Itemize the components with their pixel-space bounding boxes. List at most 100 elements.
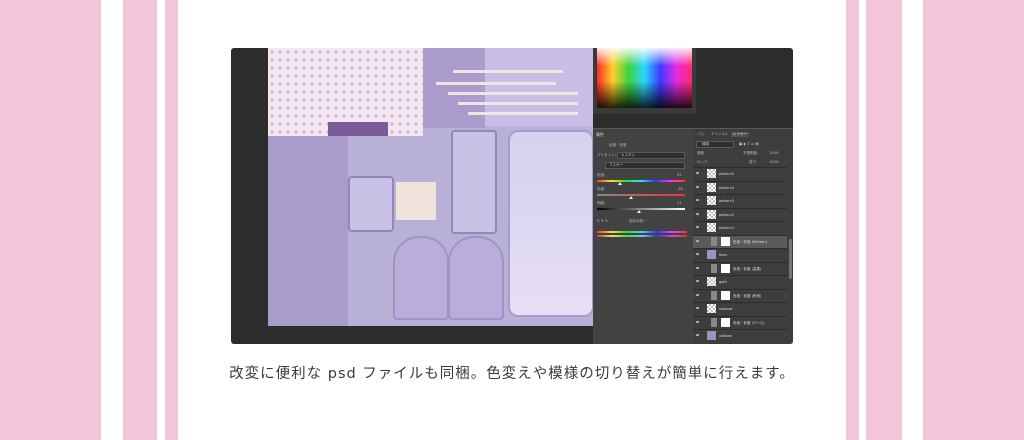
properties-tab[interactable]: 属性: [596, 132, 604, 138]
fill-value[interactable]: 100%: [769, 160, 779, 164]
layer-thumbnail: [707, 169, 716, 178]
visibility-eye-icon[interactable]: [696, 266, 699, 269]
texture-block: [268, 136, 348, 326]
visibility-eye-icon[interactable]: [696, 320, 699, 323]
colorize-label[interactable]: 色彩の統一: [629, 219, 647, 224]
visibility-eye-icon[interactable]: [696, 172, 699, 174]
visibility-eye-icon[interactable]: [696, 226, 699, 228]
saturation-value[interactable]: -36: [677, 187, 683, 191]
texture-line: [458, 102, 578, 105]
layer-row[interactable]: pattern5: [693, 167, 787, 180]
layer-thumbnail: [721, 236, 730, 246]
layer-row[interactable]: lines: [693, 248, 787, 261]
layer-row[interactable]: pattern3: [693, 194, 787, 207]
layer-row[interactable]: 色相・彩度 (金属): [693, 261, 787, 275]
visibility-eye-icon[interactable]: [696, 212, 699, 215]
layer-thumbnail: [707, 182, 716, 192]
layer-thumbnail: [707, 209, 716, 219]
texture-line: [436, 82, 556, 85]
layer-thumbnail: [721, 263, 730, 273]
layer-row[interactable]: uvBase: [693, 329, 787, 342]
lock-label: ロック：: [697, 160, 711, 164]
layer-thumbnail: [707, 223, 716, 232]
hue-range-bar: [597, 231, 687, 233]
channel-value: マスター: [609, 163, 623, 167]
layer-thumbnail: [707, 196, 716, 205]
texture-card: [348, 176, 394, 232]
hue-result-bar: [597, 235, 687, 237]
layer-row[interactable]: pattern1: [693, 221, 787, 234]
properties-panel: 属性 色相・彩度 プリセット： カスタム マスター 色相： 92 彩度： -36…: [593, 128, 693, 344]
hue-knob[interactable]: [618, 182, 622, 185]
layer-row[interactable]: 色相・彩度 (Pattern): [693, 234, 787, 248]
visibility-eye-icon[interactable]: [696, 334, 699, 336]
layer-name: gold: [719, 280, 727, 284]
texture-line: [453, 70, 563, 73]
layer-row[interactable]: 色相・彩度 (ベース): [693, 315, 787, 329]
layer-thumbnail: [707, 250, 716, 259]
texture-line: [468, 112, 578, 115]
eyedropper-icons[interactable]: ✎ ✎ ✎: [597, 219, 608, 223]
layer-name: pattern1: [719, 226, 735, 230]
visibility-eye-icon[interactable]: [696, 293, 699, 296]
color-picker-panel[interactable]: [593, 48, 696, 114]
tab-channels[interactable]: チャンネル: [711, 132, 728, 137]
adjustment-icon: [711, 290, 717, 300]
purple-swatch: [328, 122, 388, 136]
layer-name: lines: [719, 253, 728, 257]
photoshop-screenshot: 属性 色相・彩度 プリセット： カスタム マスター 色相： 92 彩度： -36…: [231, 48, 793, 344]
layer-thumbnail: [721, 317, 730, 327]
adjustment-icon: [711, 263, 717, 273]
layer-thumbnail: [707, 304, 716, 313]
visibility-eye-icon[interactable]: [696, 199, 699, 201]
visibility-eye-icon[interactable]: [696, 253, 699, 255]
texture-phone-shape: [508, 130, 593, 317]
layer-row[interactable]: 色相・彩度 (布地): [693, 288, 787, 302]
texture-ribbon: [396, 182, 436, 220]
layer-row[interactable]: shadow: [693, 302, 787, 315]
tab-paths[interactable]: パス: [697, 132, 704, 137]
opacity-label: 不透明度：: [743, 151, 761, 155]
layer-name: 色相・彩度 (布地): [733, 293, 762, 298]
layers-scrollbar[interactable]: [789, 239, 792, 279]
layer-name: pattern4: [719, 185, 735, 190]
hue-slider[interactable]: [597, 180, 685, 182]
hue-value[interactable]: 92: [677, 173, 681, 177]
layer-row[interactable]: pattern2: [693, 207, 787, 221]
layers-panel: パス チャンネル レイヤー 種類 ▣ ◐ T ▭ ▤ 通常 不透明度： 100%…: [693, 128, 793, 344]
blend-mode-value[interactable]: 通常: [697, 151, 704, 156]
lightness-label: 明度：: [597, 201, 608, 205]
visibility-eye-icon[interactable]: [696, 307, 699, 309]
layer-thumbnail: [721, 290, 730, 300]
saturation-slider[interactable]: [597, 194, 685, 196]
layer-filter-value: 種類: [702, 142, 709, 146]
visibility-eye-icon[interactable]: [696, 280, 699, 282]
layer-list: pattern5 pattern4 pattern3 pattern2 pattern1…: [693, 167, 793, 344]
texture-canvas[interactable]: [268, 48, 593, 326]
saturation-knob[interactable]: [629, 196, 633, 199]
adjustment-name: 色相・彩度: [609, 143, 627, 147]
adjustment-icon: [711, 236, 717, 246]
texture-line: [448, 92, 578, 95]
visibility-eye-icon[interactable]: [696, 239, 699, 242]
lightness-slider[interactable]: [597, 208, 685, 210]
layer-row[interactable]: pattern4: [693, 180, 787, 194]
layer-name: 色相・彩度 (金属): [733, 266, 762, 271]
layer-filter-icons[interactable]: ▣ ◐ T ▭ ▤: [739, 142, 759, 146]
lightness-value[interactable]: 41: [677, 201, 681, 205]
layer-name: pattern2: [719, 212, 735, 217]
opacity-value[interactable]: 100%: [769, 151, 779, 155]
preset-value: カスタム: [621, 153, 635, 157]
visibility-eye-icon[interactable]: [696, 185, 699, 188]
layer-name: 色相・彩度 (Pattern): [733, 239, 767, 244]
layer-thumbnail: [707, 331, 716, 340]
layer-name: uvBase: [719, 334, 732, 338]
layer-name: 色相・彩度 (ベース): [733, 320, 765, 325]
caption-text: 改変に便利な psd ファイルも同梱。色変えや模様の切り替えが簡単に行えます。: [229, 366, 795, 382]
fill-label: 塗り：: [749, 160, 760, 164]
layer-row[interactable]: gold: [693, 275, 787, 288]
layer-thumbnail: [707, 277, 716, 286]
lightness-knob[interactable]: [637, 210, 641, 213]
layer-name: shadow: [719, 307, 733, 311]
tab-layers[interactable]: レイヤー: [731, 132, 749, 137]
